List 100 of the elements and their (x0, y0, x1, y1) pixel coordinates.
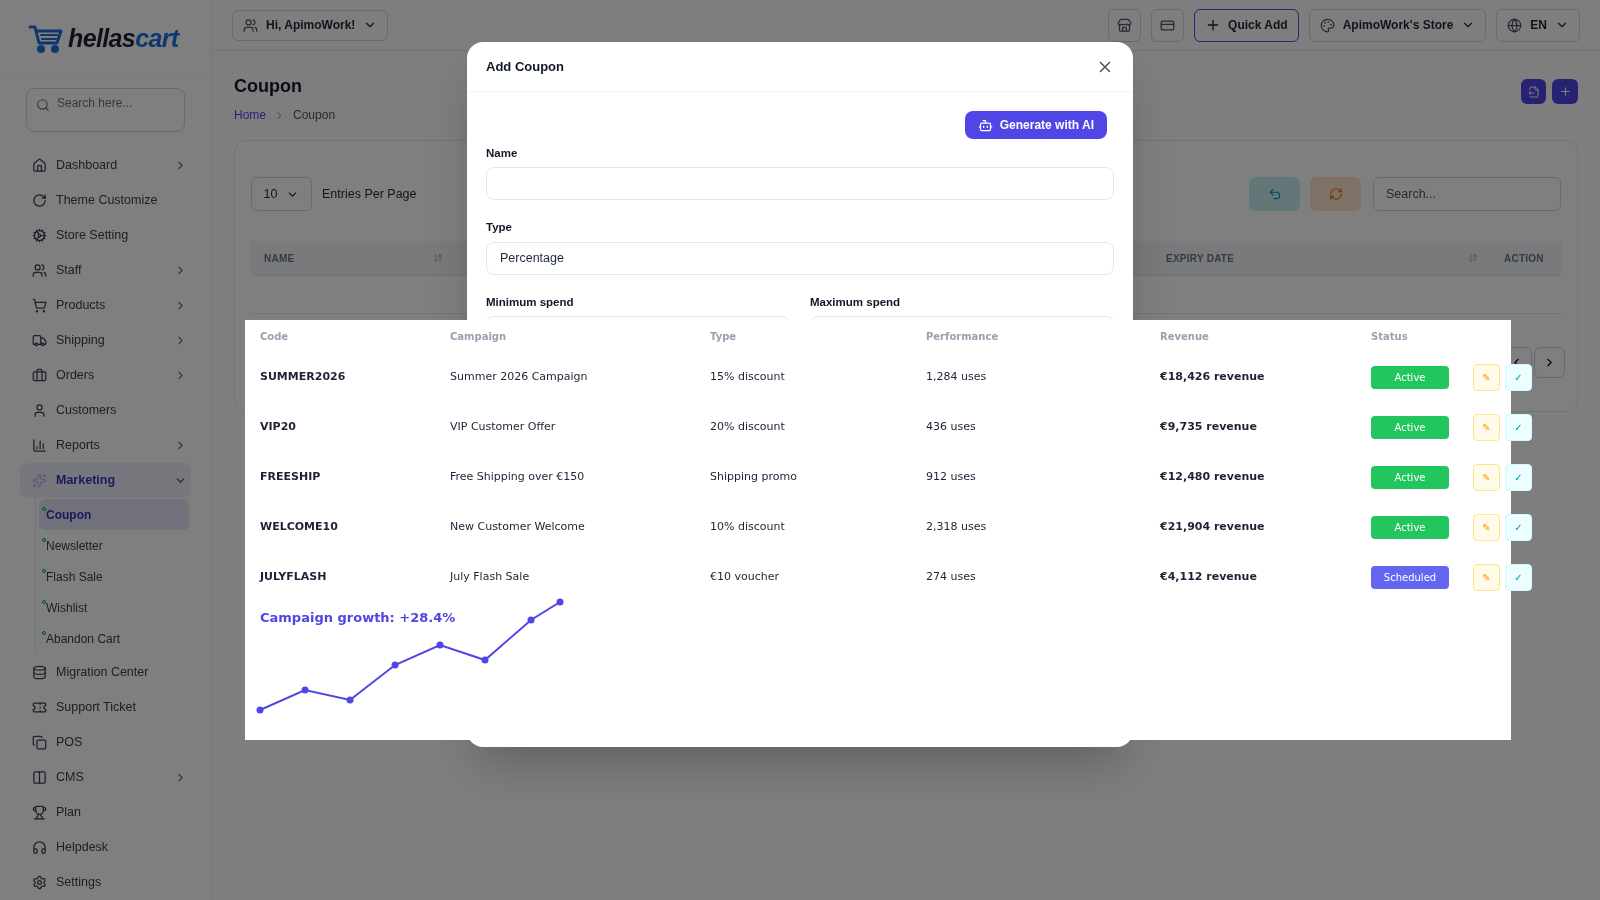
edit-button[interactable]: ✎ (1473, 413, 1500, 441)
campaign-cell-text: Free Shipping over €150 (450, 468, 586, 485)
undo-icon (1267, 187, 1282, 201)
user-icon (32, 403, 47, 418)
data-point (301, 686, 309, 694)
sort-icon[interactable] (433, 253, 443, 263)
plus-icon (1558, 85, 1572, 98)
sidebar-item[interactable]: Orders (20, 358, 191, 393)
next-page-button[interactable] (1534, 347, 1565, 378)
refresh-icon (1328, 187, 1343, 201)
breadcrumb-link[interactable]: Home (234, 106, 266, 124)
database-icon (32, 665, 47, 680)
dialog-title: Add Coupon (486, 57, 565, 76)
input-field[interactable]: Percentage (486, 241, 1114, 275)
performance-cell-text: 1,284 uses (926, 368, 988, 385)
submenu-item[interactable]: Flash Sale (39, 561, 189, 592)
confirm-button[interactable]: ✓ (1505, 363, 1532, 391)
export-button[interactable] (1521, 79, 1546, 104)
revenue-cell-text: €18,426 revenue (1160, 368, 1266, 385)
confirm-button[interactable]: ✓ (1505, 563, 1532, 591)
trophy-icon (32, 805, 47, 820)
refresh-button[interactable] (1310, 177, 1361, 211)
sidebar-item[interactable]: CMS (20, 760, 191, 795)
gear-icon (32, 228, 47, 243)
edit-button[interactable]: ✎ (1473, 563, 1500, 591)
cart-logo-icon (28, 23, 64, 54)
revenue-cell-text: €21,904 revenue (1160, 518, 1266, 535)
generate-ai-button[interactable]: Generate with AI (964, 111, 1107, 139)
store-menu-button[interactable]: ApimoWork's Store (1308, 8, 1487, 42)
entries-label: Entries Per Page (322, 185, 417, 203)
logo-text: hellascart (68, 22, 179, 54)
language-button[interactable]: EN (1496, 8, 1580, 42)
sidebar-item[interactable]: Staff (20, 253, 191, 288)
edit-button[interactable]: ✎ (1473, 513, 1500, 541)
submenu-item[interactable]: Newsletter (39, 530, 189, 561)
globe-icon (1507, 17, 1523, 33)
search-field[interactable]: Search here... (26, 88, 185, 132)
card-button[interactable] (1151, 8, 1185, 42)
column-header: Performance (926, 329, 1000, 344)
entries-select[interactable]: 10 (251, 177, 312, 211)
submenu-item[interactable]: Coupon (39, 499, 189, 530)
type-cell-text: 15% discount (710, 368, 786, 385)
status-badge: Scheduled (1371, 565, 1449, 589)
confirm-button[interactable]: ✓ (1505, 513, 1532, 541)
sidebar-item[interactable]: POS (20, 725, 191, 760)
sidebar-item[interactable]: Shipping (20, 323, 191, 358)
type-cell-text: 20% discount (710, 418, 786, 435)
truck-icon (32, 333, 47, 348)
performance-cell-text: 274 uses (926, 568, 977, 585)
data-point (346, 696, 354, 704)
add-button[interactable] (1552, 79, 1578, 104)
submenu-item[interactable]: Wishlist (39, 592, 189, 623)
sidebar-item[interactable]: Dashboard (20, 148, 191, 183)
column-header: Type (710, 329, 738, 344)
revenue-cell-text: €9,735 revenue (1160, 418, 1258, 435)
sidebar-item[interactable]: Reports (20, 428, 191, 463)
sidebar-item[interactable]: Marketing (20, 463, 191, 498)
sidebar-item[interactable]: Store Setting (20, 218, 191, 253)
sidebar-item[interactable]: Products (20, 288, 191, 323)
performance-cell-text: 912 uses (926, 468, 977, 485)
input-field[interactable] (486, 167, 1114, 201)
status-badge: Active (1371, 465, 1449, 489)
sidebar-item[interactable]: Settings (20, 865, 191, 900)
edit-button[interactable]: ✎ (1473, 463, 1500, 491)
sidebar-item[interactable]: Theme Customize (20, 183, 191, 218)
sidebar-item[interactable]: Support Ticket (20, 690, 191, 725)
copy-icon (32, 735, 47, 750)
sort-icon[interactable] (1468, 253, 1478, 263)
campaign-cell-text: Summer 2026 Campaign (450, 368, 589, 385)
undo-button[interactable] (1249, 177, 1300, 211)
submenu-item[interactable]: Abandon Cart (39, 623, 189, 654)
columns-icon (32, 770, 47, 785)
sidebar-item[interactable]: Helpdesk (20, 830, 191, 865)
store-button[interactable] (1108, 8, 1142, 42)
confirm-button[interactable]: ✓ (1505, 463, 1532, 491)
performance-cell-text: 2,318 uses (926, 518, 988, 535)
users-icon (32, 263, 47, 278)
cart-icon (32, 298, 47, 313)
palette-icon (1319, 17, 1335, 33)
data-point (256, 706, 264, 714)
code-cell-text: FREESHIP (260, 468, 322, 485)
sidebar-item[interactable]: Customers (20, 393, 191, 428)
card-icon (1160, 17, 1176, 33)
code-cell-text: VIP20 (260, 418, 297, 435)
sidebar-item[interactable]: Migration Center (20, 655, 191, 690)
user-menu-button[interactable]: Hi, ApimoWork! (232, 9, 389, 41)
type-cell-text: €10 voucher (710, 568, 780, 585)
type-cell-text: Shipping promo (710, 468, 798, 485)
breadcrumb-current: Coupon (293, 107, 336, 124)
edit-button[interactable]: ✎ (1473, 363, 1500, 391)
revenue-cell-text: €4,112 revenue (1160, 568, 1258, 585)
confirm-button[interactable]: ✓ (1505, 413, 1532, 441)
data-point (527, 616, 535, 624)
sidebar-item[interactable]: Plan (20, 795, 191, 830)
users-icon (243, 17, 258, 33)
data-point (556, 598, 564, 606)
status-badge: Active (1371, 415, 1449, 439)
ticket-icon (32, 700, 47, 715)
quick-add-button[interactable]: Quick Add (1194, 8, 1299, 42)
search-field[interactable]: Search... (1373, 177, 1561, 211)
